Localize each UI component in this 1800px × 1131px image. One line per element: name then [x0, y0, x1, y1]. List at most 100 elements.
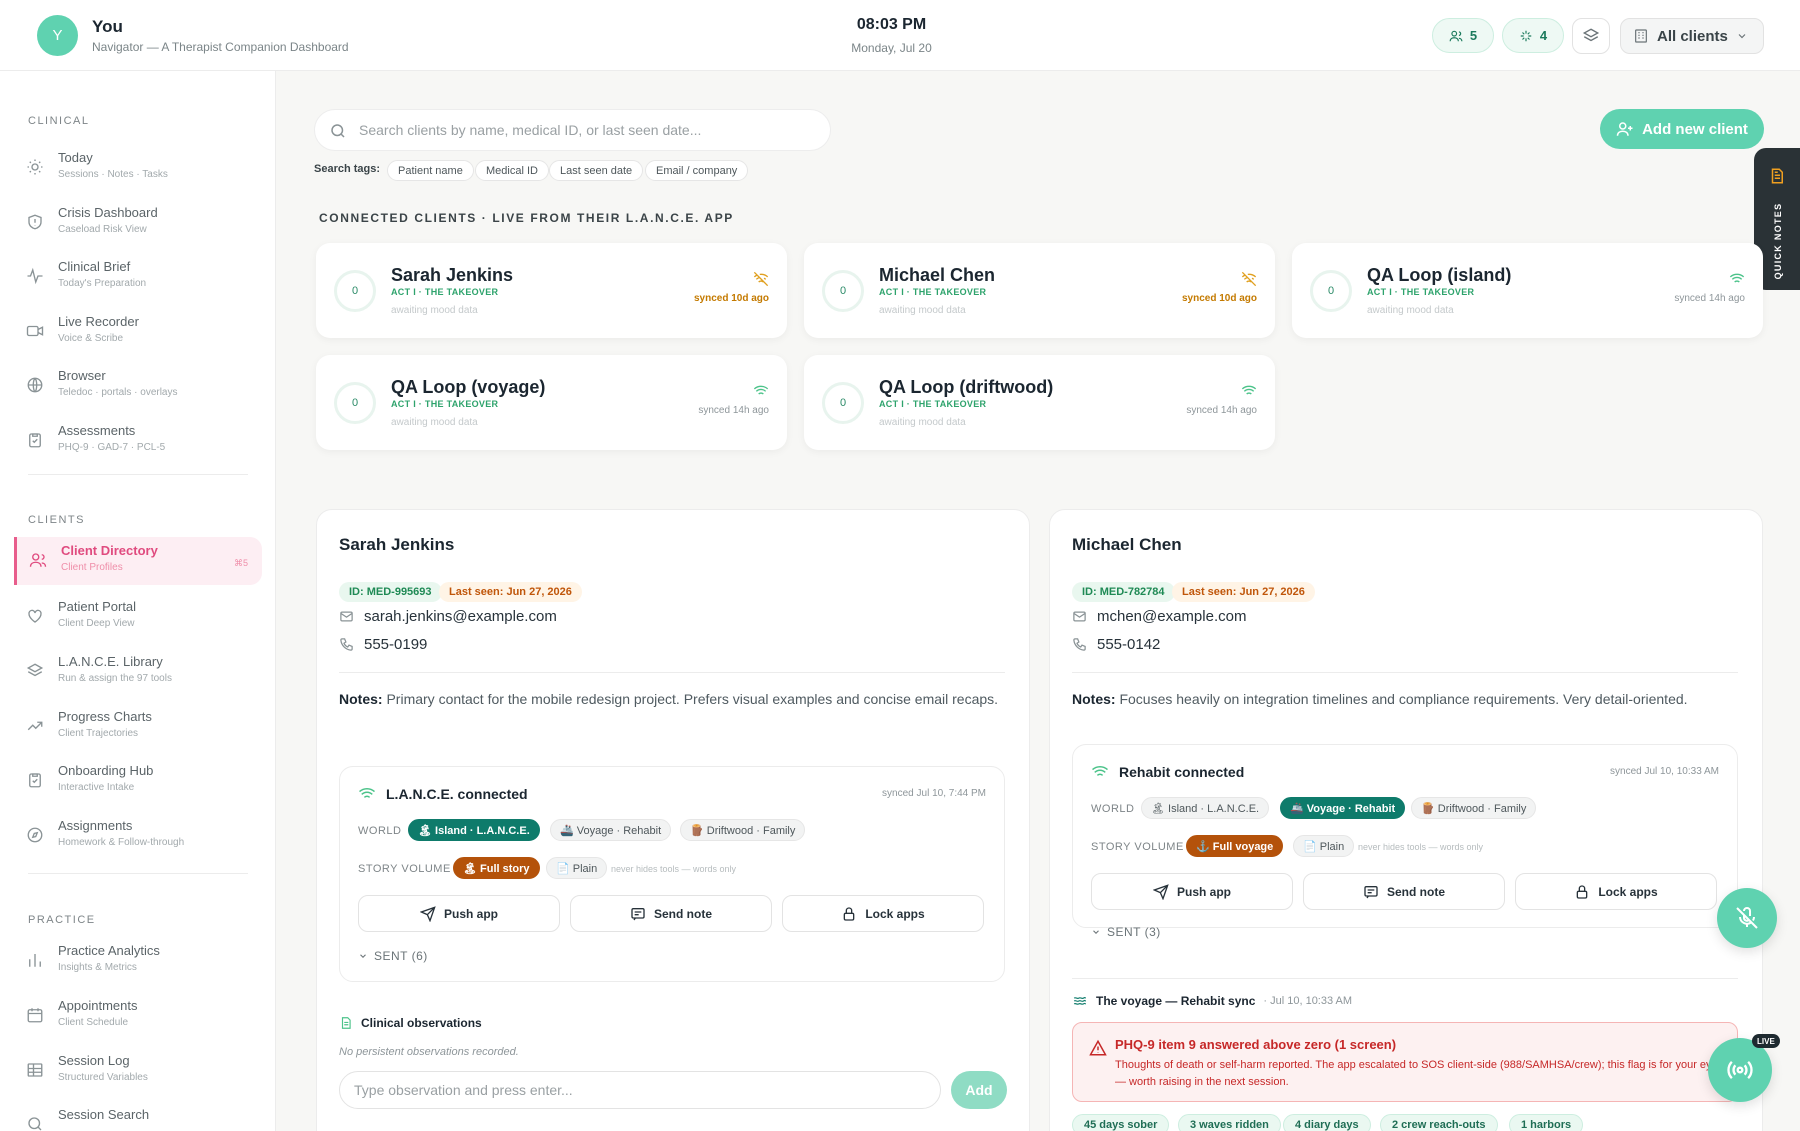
lance-synced: synced Jul 10, 7:44 PM: [882, 788, 986, 799]
connected-client-card[interactable]: 0 QA Loop (island) ACT I · THE TAKEOVER …: [1292, 243, 1763, 338]
lock-apps-label: Lock apps: [1598, 884, 1658, 899]
top-header: Y You Navigator — A Therapist Companion …: [0, 0, 1800, 71]
sidebar-item-session-log[interactable]: Session Log Structured Variables: [14, 1047, 262, 1095]
sidebar-item-assessments[interactable]: Assessments PHQ-9 · GAD-7 · PCL-5: [14, 417, 262, 465]
search-tag-email[interactable]: Email / company: [645, 160, 749, 181]
sidebar-item-sub: Client Profiles: [61, 562, 123, 573]
sidebar-item-sub: PHQ-9 · GAD-7 · PCL-5: [58, 442, 166, 453]
client-filter-select[interactable]: All clients: [1620, 18, 1764, 54]
clients-count-pill[interactable]: 5: [1432, 18, 1494, 53]
phone-row: 555-0199: [339, 636, 427, 653]
calendar-icon: [27, 1008, 43, 1023]
notes-label: Notes:: [339, 691, 383, 707]
send-icon: [419, 905, 436, 922]
compass-icon: [27, 827, 43, 843]
notes-label: Notes:: [1072, 691, 1116, 707]
send-note-label: Send note: [653, 906, 712, 921]
world-voyage-chip[interactable]: 🚢 Voyage · Rehabit: [550, 819, 672, 841]
mic-off-button[interactable]: [1717, 888, 1777, 948]
wifi-icon: [1729, 273, 1745, 285]
client-search-bar: [314, 109, 831, 151]
connected-clients-title: CONNECTED CLIENTS · LIVE FROM THEIR L.A.…: [319, 211, 734, 225]
client-notes: Notes: Focuses heavily on integration ti…: [1072, 688, 1752, 710]
world-island-chip[interactable]: 🏝 Island · L.A.N.C.E.: [408, 819, 540, 841]
sidebar-item-title: Today: [58, 150, 93, 165]
lock-apps-button[interactable]: Lock apps: [782, 895, 984, 932]
globe-icon: [27, 377, 43, 393]
add-observation-button[interactable]: Add: [951, 1071, 1007, 1109]
connected-client-card[interactable]: 0 QA Loop (voyage) ACT I · THE TAKEOVER …: [316, 355, 787, 450]
sidebar-item-patient-portal[interactable]: Patient Portal Client Deep View: [14, 593, 262, 641]
lock-apps-button[interactable]: Lock apps: [1515, 873, 1717, 910]
sidebar-item-today[interactable]: Today Sessions · Notes · Tasks: [14, 144, 262, 192]
client-act: ACT I · THE TAKEOVER: [879, 399, 987, 409]
sidebar-item-onboarding-hub[interactable]: Onboarding Hub Interactive Intake: [14, 757, 262, 805]
observations-header: Clinical observations: [339, 1015, 482, 1031]
email-text[interactable]: mchen@example.com: [1097, 608, 1246, 625]
sidebar-item-sub: Teledoc · portals · overlays: [58, 387, 178, 398]
sidebar-item-client-directory[interactable]: Client Directory Client Profiles ⌘5: [14, 537, 262, 585]
world-driftwood-chip[interactable]: 🪵 Driftwood · Family: [1411, 797, 1537, 819]
connected-client-card[interactable]: 0 Sarah Jenkins ACT I · THE TAKEOVER awa…: [316, 243, 787, 338]
sidebar-item-progress-charts[interactable]: Progress Charts Client Trajectories: [14, 703, 262, 751]
layers-button[interactable]: [1572, 18, 1610, 54]
sidebar-item-practice-analytics[interactable]: Practice Analytics Insights & Metrics: [14, 937, 262, 985]
connected-client-card[interactable]: 0 QA Loop (driftwood) ACT I · THE TAKEOV…: [804, 355, 1275, 450]
observation-input[interactable]: [339, 1071, 941, 1109]
sidebar-item-title: Progress Charts: [58, 709, 152, 724]
send-note-button[interactable]: Send note: [1303, 873, 1505, 910]
profile-name: Sarah Jenkins: [339, 535, 455, 554]
sidebar-item-appointments[interactable]: Appointments Client Schedule: [14, 992, 262, 1040]
volume-full-chip[interactable]: 🏝 Full story: [453, 857, 540, 879]
client-search-input[interactable]: [359, 120, 809, 140]
sidebar-item-title: Live Recorder: [58, 314, 139, 329]
email-text[interactable]: sarah.jenkins@example.com: [364, 608, 557, 625]
client-act: ACT I · THE TAKEOVER: [391, 399, 499, 409]
avatar[interactable]: Y: [37, 15, 78, 56]
client-act: ACT I · THE TAKEOVER: [879, 287, 987, 297]
wifi-off-icon: [1241, 271, 1257, 287]
search-tag-last-seen[interactable]: Last seen date: [549, 160, 644, 181]
sidebar-item-title: Assignments: [58, 818, 133, 833]
warning-icon: [1089, 1039, 1107, 1056]
sidebar-item-assignments[interactable]: Assignments Homework & Follow-through: [14, 812, 262, 860]
mood-score-ring: 0: [334, 270, 376, 312]
sidebar-section-practice: PRACTICE: [28, 914, 96, 926]
volume-full-chip[interactable]: ⚓ Full voyage: [1186, 835, 1284, 857]
sidebar-item-clinical-brief[interactable]: Clinical Brief Today's Preparation: [14, 253, 262, 301]
volume-plain-chip[interactable]: 📄 Plain: [1293, 835, 1355, 857]
world-voyage-chip[interactable]: 🚢 Voyage · Rehabit: [1280, 797, 1406, 819]
mood-status: awaiting mood data: [879, 417, 966, 428]
mood-score-ring: 0: [822, 382, 864, 424]
connected-count-pill[interactable]: 4: [1502, 18, 1564, 53]
sparkle-icon: [1520, 30, 1532, 41]
phone-text[interactable]: 555-0199: [364, 636, 427, 653]
phone-text[interactable]: 555-0142: [1097, 636, 1160, 653]
client-filter-label: All clients: [1657, 27, 1728, 45]
world-island-chip[interactable]: 🏝 Island · L.A.N.C.E.: [1141, 797, 1270, 819]
sidebar-item-crisis-dashboard[interactable]: Crisis Dashboard Caseload Risk View: [14, 199, 262, 247]
sync-status: synced 14h ago: [1674, 293, 1745, 304]
sidebar-item-session-search[interactable]: Session Search: [14, 1101, 262, 1131]
user-name: You: [92, 17, 123, 36]
lance-title: Rehabit connected: [1119, 764, 1245, 780]
push-app-button[interactable]: Push app: [1091, 873, 1293, 910]
sent-toggle[interactable]: SENT (3): [1091, 925, 1161, 939]
quick-notes-label: QUICK NOTES: [1773, 202, 1783, 280]
add-new-client-button[interactable]: Add new client: [1600, 109, 1764, 149]
search-tag-patient-name[interactable]: Patient name: [387, 160, 474, 181]
connected-client-card[interactable]: 0 Michael Chen ACT I · THE TAKEOVER awai…: [804, 243, 1275, 338]
volume-plain-chip[interactable]: 📄 Plain: [546, 857, 608, 879]
sidebar-item-lance-library[interactable]: L.A.N.C.E. Library Run & assign the 97 t…: [14, 648, 262, 696]
world-driftwood-chip[interactable]: 🪵 Driftwood · Family: [680, 819, 806, 841]
sidebar-item-browser[interactable]: Browser Teledoc · portals · overlays: [14, 362, 262, 410]
story-volume-label: STORY VOLUME: [358, 863, 451, 875]
send-note-button[interactable]: Send note: [570, 895, 772, 932]
sent-toggle[interactable]: SENT (6): [358, 949, 428, 963]
sidebar-item-sub: Insights & Metrics: [58, 962, 137, 973]
shield-icon: [28, 214, 42, 230]
search-tag-medical-id[interactable]: Medical ID: [475, 160, 549, 181]
sidebar-item-sub: Client Schedule: [58, 1017, 129, 1028]
sidebar-item-live-recorder[interactable]: Live Recorder Voice & Scribe: [14, 308, 262, 356]
push-app-button[interactable]: Push app: [358, 895, 560, 932]
